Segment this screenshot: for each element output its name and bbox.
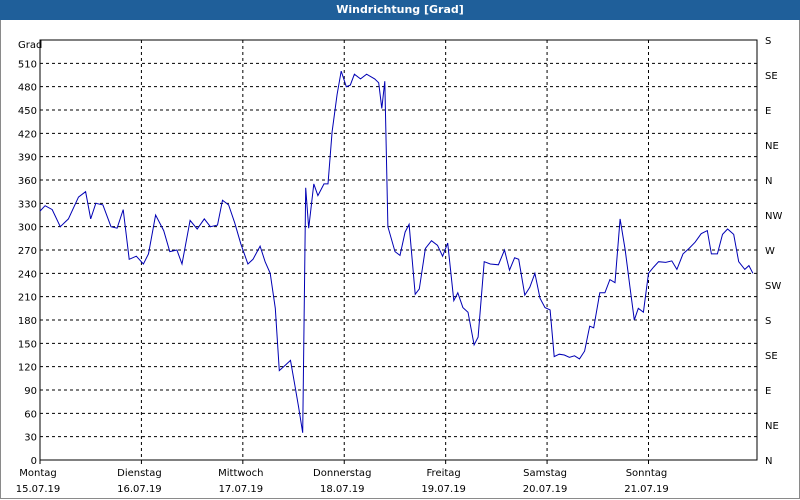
x-tick-day: Montag <box>19 468 56 479</box>
y-tick-label: 450 <box>18 106 37 117</box>
y-tick-label: 240 <box>18 269 37 280</box>
compass-label: E <box>765 106 771 117</box>
y-tick-label: 270 <box>18 246 37 257</box>
y-tick-label: 480 <box>18 83 37 94</box>
y-tick-label: 150 <box>18 339 37 350</box>
compass-label: NE <box>765 141 779 152</box>
y-tick-label: 210 <box>18 293 37 304</box>
y-tick-label: 390 <box>18 153 37 164</box>
y-tick-label: 180 <box>18 316 37 327</box>
x-tick-day: Mittwoch <box>218 468 263 479</box>
compass-label: NW <box>765 211 782 222</box>
y-tick-label: 360 <box>18 176 37 187</box>
x-tick-date: 19.07.19 <box>421 484 466 495</box>
y-tick-label: 330 <box>18 199 37 210</box>
plot-area <box>39 39 758 461</box>
compass-label: E <box>765 386 771 397</box>
x-tick-date: 18.07.19 <box>320 484 365 495</box>
series-line <box>39 70 754 433</box>
compass-label: SE <box>765 71 778 82</box>
x-tick-day: Samstag <box>523 468 567 479</box>
compass-label: N <box>765 456 772 467</box>
x-tick-day: Freitag <box>427 468 461 479</box>
y-tick-label: 300 <box>18 223 37 234</box>
y-tick-label: 60 <box>24 409 37 420</box>
compass-label: W <box>765 246 775 257</box>
y-tick-label: 510 <box>18 59 37 70</box>
y-tick-label: 420 <box>18 129 37 140</box>
x-tick-date: 20.07.19 <box>523 484 568 495</box>
y-tick-label: 30 <box>24 433 37 444</box>
y-axis-label: Grad <box>18 40 42 51</box>
compass-label: SE <box>765 351 778 362</box>
compass-label: NE <box>765 421 779 432</box>
x-tick-day: Sonntag <box>626 468 668 479</box>
x-tick-day: Dienstag <box>117 468 162 479</box>
x-tick-date: 16.07.19 <box>117 484 162 495</box>
x-tick-date: 21.07.19 <box>624 484 669 495</box>
x-tick-date: 17.07.19 <box>219 484 264 495</box>
x-tick-date: 15.07.19 <box>16 484 61 495</box>
compass-label: SW <box>765 281 781 292</box>
x-tick-day: Donnerstag <box>313 468 371 479</box>
y-tick-label: 120 <box>18 363 37 374</box>
compass-label: S <box>765 36 771 47</box>
wind-direction-chart: 0 30 60 90 120 150 180 210 240 270 300 330 360 390 420… <box>16 36 783 495</box>
compass-label: S <box>765 316 771 327</box>
y-tick-label: 90 <box>24 386 37 397</box>
y-tick-label: 0 <box>31 456 37 467</box>
compass-label: N <box>765 176 772 187</box>
